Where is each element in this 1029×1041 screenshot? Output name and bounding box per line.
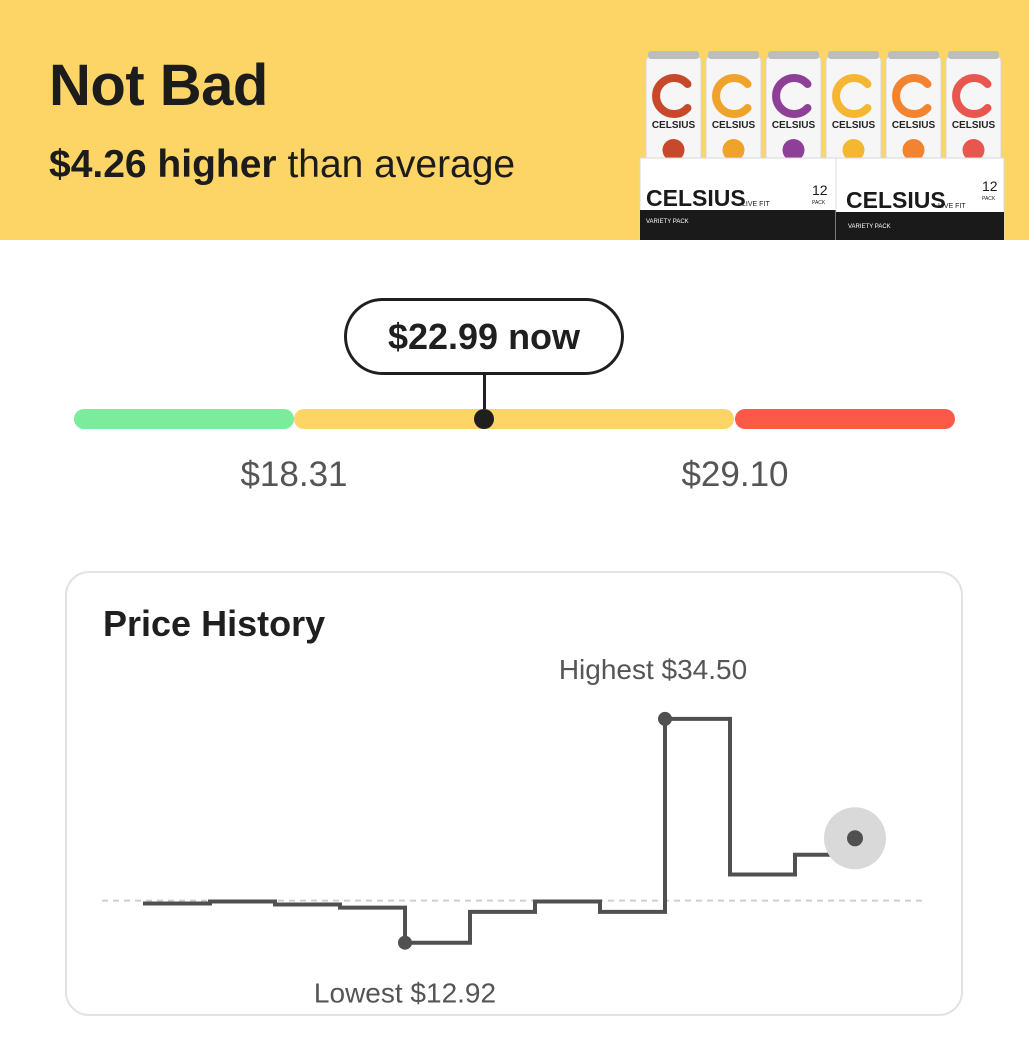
svg-text:CELSIUS: CELSIUS: [892, 120, 936, 131]
product-can: CELSIUS: [645, 51, 702, 167]
product-cans: CELSIUS CELSIUS CELSIUS CELSIUS CELSIUS CELSI…: [645, 51, 1002, 167]
product-can: CELSIUS: [885, 51, 942, 167]
good-price-range: [74, 409, 294, 429]
price-history-chart: Highest $34.50 Lowest $12.92: [102, 654, 925, 1009]
box-count-right: 12: [982, 178, 998, 194]
high-price-range: [735, 409, 955, 429]
lowest-price-label: Lowest $12.92: [314, 978, 496, 1009]
current-price-marker: [474, 409, 494, 429]
average-price-range: [294, 409, 734, 429]
svg-text:CELSIUS: CELSIUS: [772, 120, 816, 131]
highest-price-label: Highest $34.50: [559, 654, 747, 685]
product-can: CELSIUS: [945, 51, 1002, 167]
box-brand-right: CELSIUS: [846, 187, 946, 213]
current-price-bubble: $22.99 now: [344, 298, 624, 375]
box-count-left: 12: [812, 182, 828, 198]
deal-header: Not Bad $4.26 higher than average CELSIU…: [0, 0, 1029, 240]
low-threshold-label: $18.31: [240, 455, 348, 494]
price-difference-suffix: than average: [276, 143, 516, 186]
box-brand-sub-left: LIVE FIT: [742, 201, 770, 208]
product-can: CELSIUS: [705, 51, 762, 167]
box-unit-right: PACK: [982, 196, 996, 202]
high-threshold-label: $29.10: [681, 455, 789, 494]
box-unit-left: PACK: [812, 200, 826, 206]
svg-text:CELSIUS: CELSIUS: [952, 120, 996, 131]
product-can: CELSIUS: [765, 51, 822, 167]
product-box-right: CELSIUS LIVE FIT 12 PACK VARIETY PACK: [835, 157, 1005, 240]
price-difference-text: $4.26 higher than average: [49, 143, 515, 187]
product-box-left: CELSIUS LIVE FIT 12 PACK VARIETY PACK: [639, 157, 837, 240]
deal-verdict-title: Not Bad: [49, 53, 268, 118]
lowest-price-point: [398, 935, 412, 950]
price-difference-amount: $4.26 higher: [49, 143, 277, 186]
svg-text:CELSIUS: CELSIUS: [652, 120, 696, 131]
box-brand-sub-right: LIVE FIT: [938, 203, 966, 210]
svg-text:CELSIUS: CELSIUS: [832, 120, 876, 131]
box-variety-left: VARIETY PACK: [646, 219, 689, 225]
svg-text:CELSIUS: CELSIUS: [712, 120, 756, 131]
box-brand-left: CELSIUS: [646, 185, 746, 211]
product-image: CELSIUS CELSIUS CELSIUS CELSIUS CELSIUS CELSI…: [639, 51, 1005, 240]
highest-price-point: [658, 711, 672, 726]
product-can: CELSIUS: [825, 51, 882, 167]
box-variety-right: VARIETY PACK: [848, 224, 891, 230]
price-history-card: Price History Highest $34.50 Lowest $12.…: [65, 571, 963, 1016]
current-price-point: [847, 830, 863, 847]
